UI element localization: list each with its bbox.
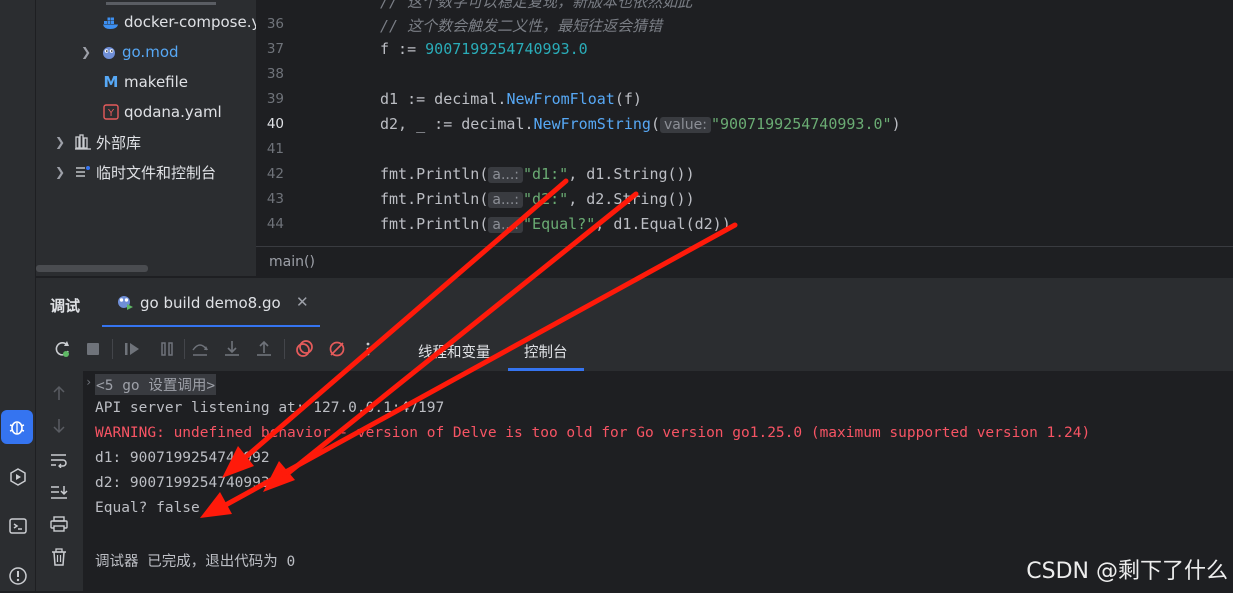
docker-icon	[102, 13, 120, 31]
param-hint: a...:	[488, 192, 524, 208]
tree-item-label: docker-compose.y	[124, 13, 256, 31]
line-number: 36	[266, 16, 284, 32]
library-icon	[74, 133, 92, 151]
services-icon	[9, 468, 26, 486]
line-number: 37	[266, 41, 284, 57]
console-line-d1: d1: 9007199254740992	[95, 450, 270, 466]
terminal-icon	[8, 518, 27, 534]
debug-session-tab[interactable]: go build demo8.go ✕	[102, 278, 320, 328]
chevron-right-icon[interactable]: ❯	[54, 165, 66, 179]
bug-icon	[9, 421, 25, 435]
line-number: 44	[266, 216, 284, 232]
line-number: 39	[266, 91, 284, 107]
trash-icon[interactable]	[49, 547, 69, 567]
debug-toolwindow-button[interactable]	[1, 410, 33, 444]
collapsed-frames[interactable]: <5 go 设置调用>	[95, 374, 217, 395]
tab-console[interactable]: 控制台	[524, 341, 568, 362]
step-into-icon[interactable]	[222, 339, 242, 359]
mute-breakpoints-icon[interactable]	[327, 339, 347, 359]
makefile-icon: M	[103, 73, 119, 91]
line-number: 38	[266, 66, 284, 82]
tree-item-go-mod[interactable]: ❯ go.mod	[80, 37, 179, 67]
stop-icon[interactable]	[83, 339, 103, 359]
tree-item-label: 临时文件和控制台	[96, 163, 217, 182]
scroll-to-end-icon[interactable]	[49, 482, 69, 502]
toolbar-separator	[284, 339, 285, 359]
chevron-right-icon[interactable]: ❯	[54, 135, 66, 149]
project-tree: docker-compose.y ❯ go.mod M makefile Y q…	[36, 0, 256, 276]
console-side-toolbar	[36, 371, 83, 591]
toolbar-separator	[112, 339, 113, 359]
editor-gutter: 36 37 38 39 40 41 42 43 44	[256, 0, 367, 245]
code-line-44: fmt.Println(a...: "Equal?", d1.Equal(d2))	[380, 215, 731, 233]
debug-panel-header: 调试 go build demo8.go ✕	[36, 277, 1233, 328]
breadcrumb-item[interactable]: main()	[269, 254, 315, 270]
console-warning-line: WARNING: undefined behavior - version of…	[95, 425, 1091, 441]
scratches-icon	[74, 163, 92, 181]
step-out-icon[interactable]	[254, 339, 274, 359]
console-line: API server listening at: 127.0.0.1:47197	[95, 400, 445, 416]
tree-horizontal-scrollbar[interactable]	[36, 265, 148, 272]
line-number: 42	[266, 166, 284, 182]
close-icon[interactable]: ✕	[296, 293, 309, 311]
breadcrumb[interactable]: main()	[256, 246, 1233, 277]
services-toolwindow-button[interactable]	[0, 460, 35, 494]
param-hint: value:	[659, 117, 711, 133]
line-number: 40	[266, 116, 284, 132]
tree-item-label: go.mod	[122, 43, 179, 61]
gopher-icon	[100, 43, 118, 61]
tree-item-external-libraries[interactable]: ❯ 外部库	[54, 127, 141, 157]
problems-toolwindow-button[interactable]	[0, 559, 35, 593]
problems-icon	[8, 567, 27, 585]
resume-icon[interactable]	[122, 339, 142, 359]
svg-text:Y: Y	[107, 108, 115, 119]
code-line-39: d1 := decimal.NewFromFloat(f)	[380, 90, 642, 108]
console-exit-line: 调试器 已完成，退出代码为 0	[95, 554, 296, 570]
pause-icon[interactable]	[157, 339, 177, 359]
console-line-d2: d2: 9007199254740993	[95, 475, 270, 491]
tree-item-docker-compose[interactable]: docker-compose.y	[102, 7, 256, 37]
debug-toolbar: 线程和变量 控制台	[36, 327, 1233, 372]
yaml-icon: Y	[102, 103, 120, 121]
console-line-equal: Equal? false	[95, 500, 200, 516]
code-line-comment: // 这个数字可以稳定复现，新版本也依然如此	[380, 0, 693, 11]
debug-session-label: go build demo8.go	[140, 294, 281, 312]
line-number: 43	[266, 191, 284, 207]
debug-panel-title: 调试	[50, 297, 81, 315]
toolbar-separator	[184, 339, 185, 359]
rerun-icon[interactable]	[52, 339, 72, 359]
chevron-right-icon[interactable]: ❯	[80, 45, 92, 59]
print-icon[interactable]	[49, 514, 69, 534]
view-breakpoints-icon[interactable]	[294, 339, 314, 359]
tree-item-label: qodana.yaml	[124, 103, 222, 121]
soft-wrap-icon[interactable]	[49, 450, 69, 470]
arrow-down-icon[interactable]	[49, 416, 69, 436]
code-line-42: fmt.Println(a...: "d1:", d1.String())	[380, 165, 695, 183]
tab-threads-variables[interactable]: 线程和变量	[418, 341, 491, 362]
param-hint: a...:	[488, 167, 524, 183]
code-line-37: f := 9007199254740993.0	[380, 40, 588, 58]
code-line-43: fmt.Println(a...: "d2:", d2.String())	[380, 190, 695, 208]
terminal-toolwindow-button[interactable]	[0, 509, 35, 543]
watermark: CSDN @剩下了什么	[1026, 559, 1228, 584]
more-icon[interactable]	[358, 339, 378, 359]
param-hint: a...:	[488, 217, 524, 233]
code-line-comment: // 这个数会触发二义性，最短往返会猜错	[380, 17, 663, 35]
expand-chevron-icon[interactable]: ›	[85, 375, 92, 389]
arrow-up-icon[interactable]	[49, 383, 69, 403]
step-over-icon[interactable]	[190, 339, 210, 359]
tree-item-qodana-yaml[interactable]: Y qodana.yaml	[102, 97, 222, 127]
tree-item-label: makefile	[124, 73, 189, 91]
tree-item-makefile[interactable]: M makefile	[102, 67, 189, 97]
gopher-run-icon	[118, 296, 133, 310]
tool-window-strip	[0, 0, 36, 591]
line-number: 41	[266, 141, 284, 157]
code-line-40: d2, _ := decimal.NewFromString(value: "90…	[380, 115, 901, 133]
code-editor[interactable]: // 这个数字可以稳定复现，新版本也依然如此 // 这个数会触发二义性，最短往返…	[340, 0, 1233, 245]
tree-item-label: 外部库	[96, 133, 142, 152]
tree-item-scratches[interactable]: ❯ 临时文件和控制台	[54, 157, 216, 187]
